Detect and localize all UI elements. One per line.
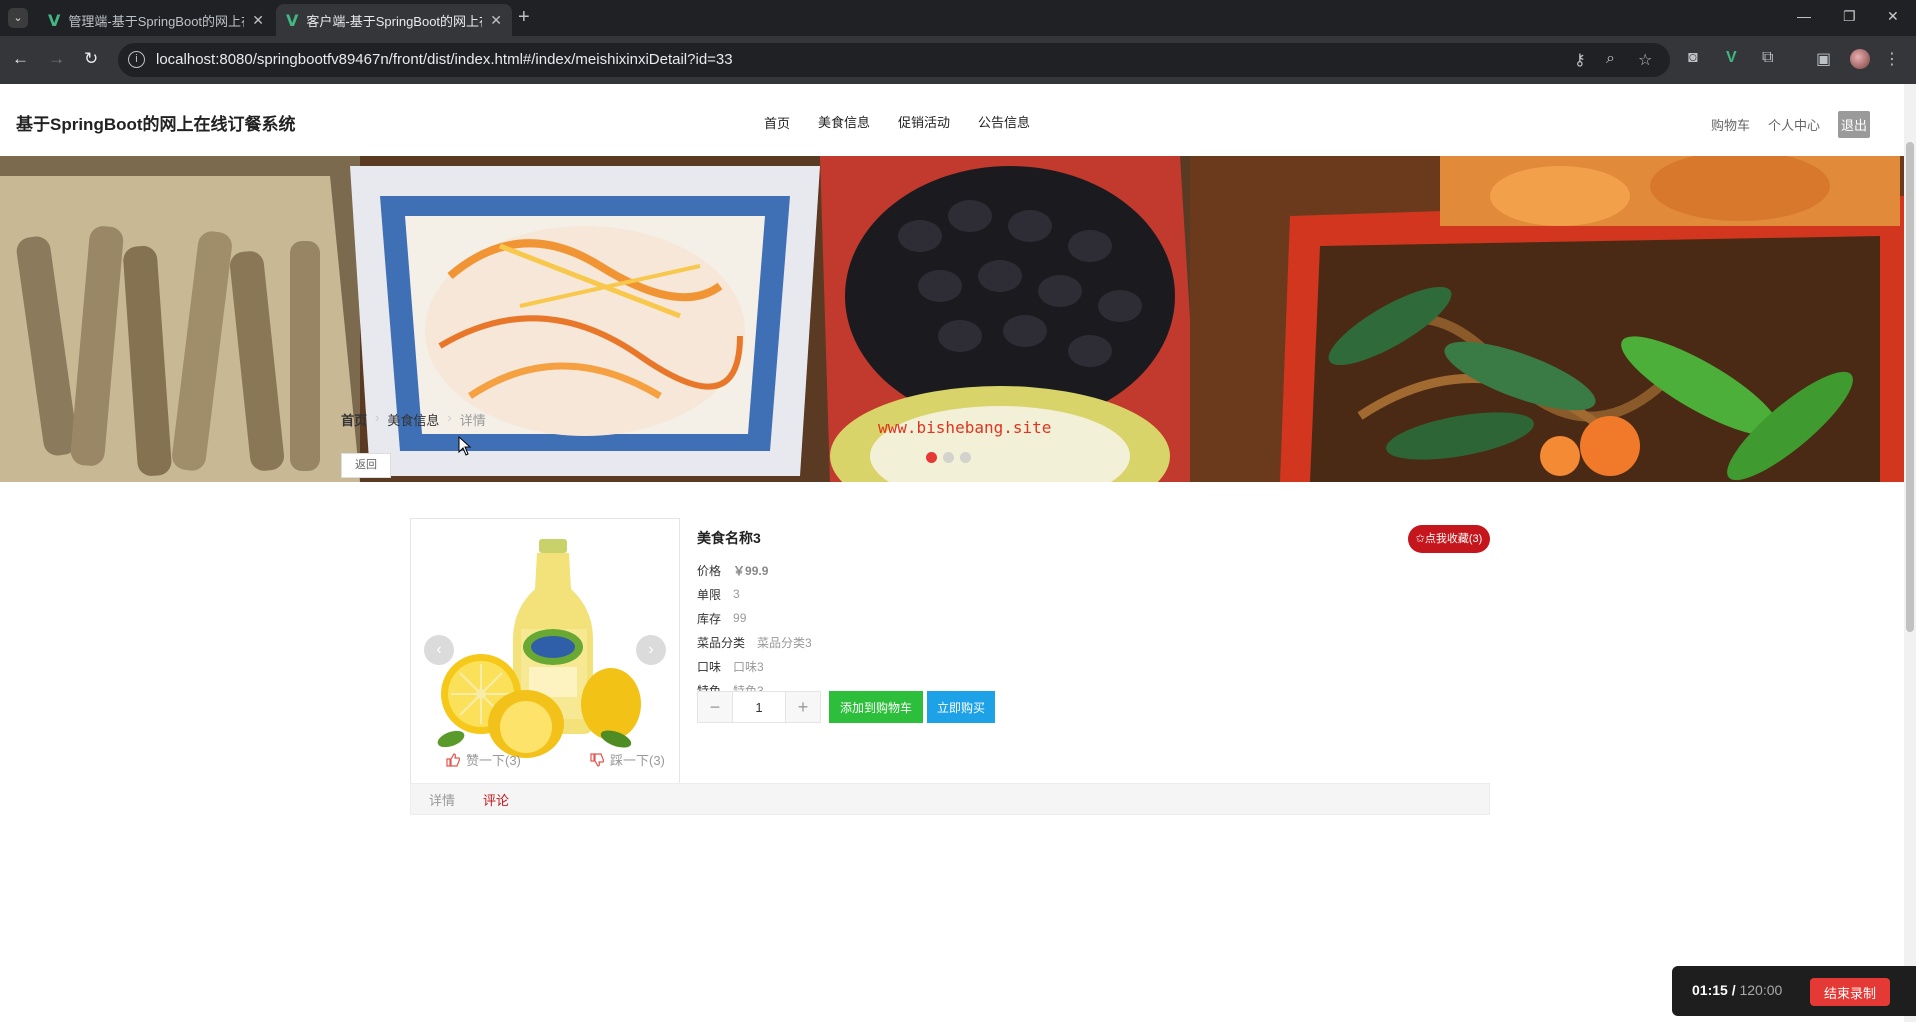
like-button[interactable]: 赞一下(3) [446,750,521,769]
logout-button[interactable]: 退出 [1838,111,1871,138]
browser-tab-client[interactable]: V 客户端-基于SpringBoot的网上在线订餐系统 ✕ [276,4,512,36]
new-tab-icon[interactable]: + [518,6,530,29]
attr-price: 价格 ￥99.9 [697,558,812,582]
product-image-carousel[interactable]: ‹ › [410,518,680,788]
attr-value: ￥99.9 [733,563,769,578]
side-panel-icon[interactable]: ▣ [1816,49,1831,69]
browser-menu-icon[interactable]: ⋮ [1884,49,1900,69]
tab-comments[interactable]: 评论 [483,790,509,809]
cart-link[interactable]: 购物车 [1711,115,1750,134]
forward-arrow-icon[interactable]: → [48,49,65,69]
next-image-arrow-icon[interactable]: › [636,635,666,665]
tab-title: 客户端-基于SpringBoot的网上在线订餐系统 [306,13,482,29]
extensions-puzzle-icon[interactable]: ⧉ [1762,49,1773,67]
breadcrumb-home[interactable]: 首页 [341,410,367,429]
decrease-quantity-button[interactable]: − [697,691,733,723]
browser-toolbar: ← → ↻ i localhost:8080/springbootfv89467… [0,36,1916,84]
attr-label: 价格 [697,563,722,578]
detail-tabs: 详情 评论 [410,783,1490,815]
carousel-dot-1[interactable] [926,452,937,463]
key-icon[interactable]: ⚷ [1574,50,1586,70]
close-window-icon[interactable]: ✕ [1887,8,1899,25]
recording-elapsed: 01:15 / [1692,982,1736,998]
close-tab-icon[interactable]: ✕ [252,12,264,29]
favorite-button[interactable]: ✩点我收藏(3) [1408,525,1490,553]
thumbs-down-icon [590,752,604,767]
site-info-icon[interactable]: i [128,51,145,68]
address-bar[interactable]: i localhost:8080/springbootfv89467n/fron… [118,43,1670,77]
quantity-stepper: − + [697,691,821,723]
attr-label: 口味 [697,659,722,674]
site-title: 基于SpringBoot的网上在线订餐系统 [16,115,296,134]
zoom-icon[interactable]: ⌕ [1606,50,1615,68]
dislike-label: 踩一下(3) [610,753,665,768]
browser-tab-admin[interactable]: V 管理端-基于SpringBoot的网上在线订餐系统 ✕ [38,4,274,36]
close-tab-icon[interactable]: ✕ [490,12,502,29]
prev-image-arrow-icon[interactable]: ‹ [424,635,454,665]
vue-logo-icon: V [48,10,61,30]
vue-devtools-icon[interactable]: V [1726,49,1737,67]
breadcrumb: 首页 › 美食信息 › 详情 [341,410,486,429]
main-nav: 首页 美食信息 促销活动 公告信息 [764,112,1030,132]
attr-label: 单限 [697,587,722,602]
attr-label: 菜品分类 [697,635,746,650]
recording-timer: 01:15 / 120:00 [1692,982,1782,998]
tab-title: 管理端-基于SpringBoot的网上在线订餐系统 [68,13,244,29]
web-page: 基于SpringBoot的网上在线订餐系统 首页 美食信息 促销活动 公告信息 … [0,84,1916,1022]
breadcrumb-separator: › [375,410,380,425]
reload-icon[interactable]: ↻ [84,49,98,69]
product-name: 美食名称3 [697,530,761,546]
attr-value: 菜品分类3 [757,635,812,650]
scrollbar-thumb[interactable] [1906,142,1914,632]
dislike-button[interactable]: 踩一下(3) [590,750,665,769]
tab-detail[interactable]: 详情 [429,790,455,809]
nav-food-info[interactable]: 美食信息 [818,112,870,132]
breadcrumb-current: 详情 [459,413,486,428]
thumbs-up-icon [446,752,460,767]
recording-limit: 120:00 [1735,982,1783,998]
attr-value: 口味3 [733,659,764,674]
quantity-input[interactable] [733,691,785,723]
breadcrumb-food-info[interactable]: 美食信息 [387,410,439,429]
profile-link[interactable]: 个人中心 [1768,115,1820,134]
browser-tabbar: ⌄ V 管理端-基于SpringBoot的网上在线订餐系统 ✕ V 客户端-基于… [0,0,1916,36]
attr-value: 99 [733,611,747,625]
restore-icon[interactable]: ❐ [1843,8,1856,25]
buy-now-button[interactable]: 立即购买 [927,691,995,723]
stop-recording-button[interactable]: 结束录制 [1810,978,1890,1006]
like-label: 赞一下(3) [466,753,521,768]
nav-promotions[interactable]: 促销活动 [898,112,950,132]
profile-avatar[interactable] [1850,49,1870,69]
breadcrumb-separator: › [447,410,452,425]
incognito-extension-icon[interactable]: ◙ [1688,49,1698,67]
carousel-dot-3[interactable] [960,452,971,463]
vue-logo-icon: V [286,10,299,30]
increase-quantity-button[interactable]: + [785,691,821,723]
attr-value: 3 [733,587,740,601]
minimize-icon[interactable]: — [1797,8,1811,24]
product-attributes: 价格 ￥99.9 单限 3 库存 99 菜品分类 菜品分类3 口味 口味3 特色… [697,558,812,702]
site-header: 基于SpringBoot的网上在线订餐系统 首页 美食信息 促销活动 公告信息 … [0,84,1904,156]
nav-home[interactable]: 首页 [764,113,790,132]
attr-stock: 库存 99 [697,606,812,630]
tab-search-chevron-icon[interactable]: ⌄ [8,8,28,28]
url-text[interactable]: localhost:8080/springbootfv89467n/front/… [156,51,733,68]
attr-limit: 单限 3 [697,582,812,606]
nav-announcements[interactable]: 公告信息 [978,112,1030,132]
attr-label: 库存 [697,611,722,626]
attr-taste: 口味 口味3 [697,654,812,678]
attr-category: 菜品分类 菜品分类3 [697,630,812,654]
header-links: 购物车 个人中心 退出 [1711,111,1871,138]
mouse-cursor-icon [458,435,472,461]
add-to-cart-button[interactable]: 添加到购物车 [829,691,923,723]
screen-recorder-widget: 01:15 / 120:00 结束录制 [1672,966,1916,1016]
carousel-indicators [926,452,971,463]
back-button[interactable]: 返回 [341,453,391,478]
page-scrollbar[interactable] [1904,84,1916,1022]
back-arrow-icon[interactable]: ← [12,49,29,69]
bookmark-star-icon[interactable]: ☆ [1638,50,1652,70]
carousel-dot-2[interactable] [943,452,954,463]
watermark-text: www.bishebang.site [878,418,1052,437]
